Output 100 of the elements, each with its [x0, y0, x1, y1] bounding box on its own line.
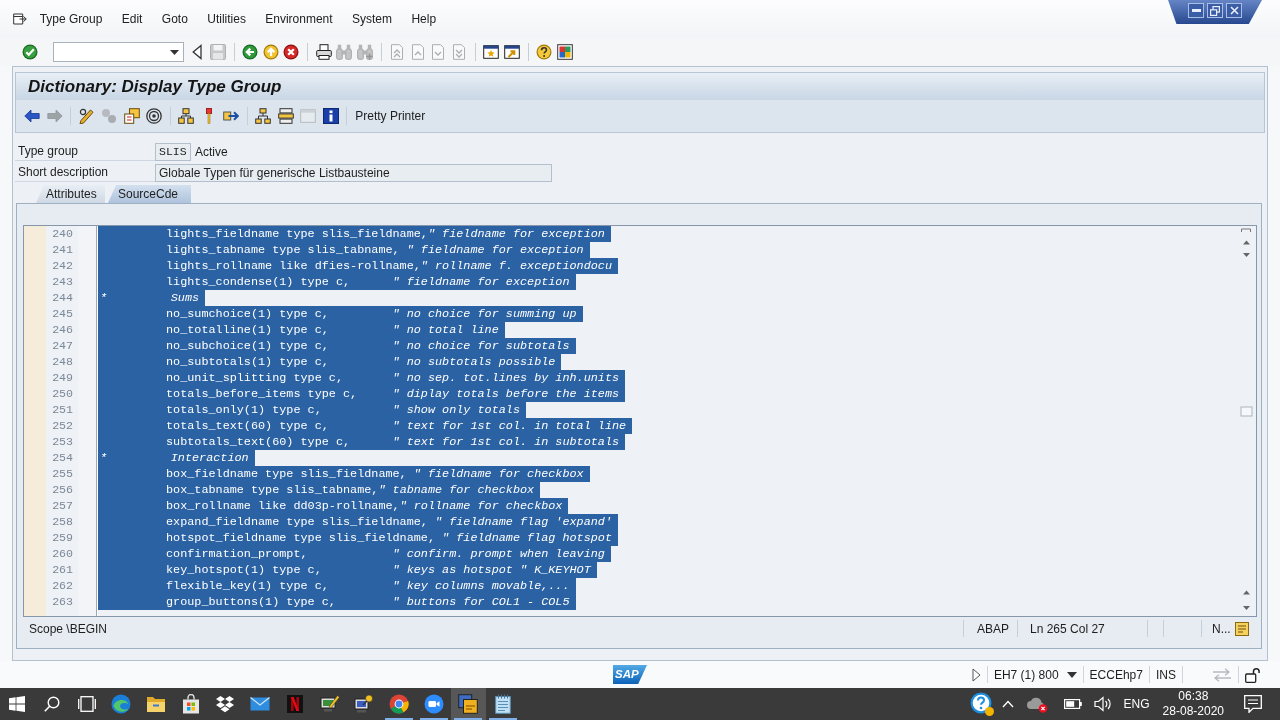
line-number: 257 [51, 498, 74, 514]
info-icon[interactable] [322, 108, 339, 124]
restore-button[interactable] [1207, 3, 1223, 18]
caret-icon[interactable] [1066, 671, 1077, 678]
language-text: ABAP [977, 620, 1009, 638]
search-icon [44, 696, 61, 712]
system-info: EH7 (1) 800 [993, 666, 1059, 684]
command-field[interactable] [52, 42, 184, 62]
line-number: 245 [51, 306, 74, 322]
line-number: 261 [51, 562, 74, 578]
menu-item[interactable]: Goto [152, 11, 198, 27]
task-view-icon [77, 696, 96, 712]
tree-icon[interactable] [178, 108, 194, 124]
browser-icon [111, 694, 132, 714]
monitor-pencil-icon [319, 694, 340, 714]
stacked-bars-icon[interactable] [277, 108, 294, 124]
clock-time[interactable]: 06:38 [1178, 689, 1209, 704]
round-logo-icon [388, 694, 409, 714]
line-number: 250 [51, 386, 74, 402]
line-number: 253 [51, 434, 74, 450]
screen-title: Dictionary: Display Type Group [28, 75, 282, 98]
status-text: N... [1212, 620, 1231, 638]
transfer-icon [1212, 667, 1232, 682]
taskbar-button[interactable] [450, 688, 486, 720]
line-number: 242 [51, 258, 74, 274]
close-button[interactable] [1226, 3, 1242, 18]
start-icon [9, 696, 26, 712]
left-arrow-icon[interactable] [24, 109, 40, 123]
menu-item[interactable]: Help [401, 11, 446, 27]
chevron-up-icon[interactable] [1001, 700, 1014, 708]
box-arrow-icon[interactable] [223, 108, 239, 124]
cursor-position: Ln 265 Col 27 [1030, 620, 1105, 638]
cloud-error-icon[interactable] [1025, 695, 1048, 713]
new-window-icon[interactable] [483, 44, 500, 60]
checkmark-icon[interactable] [22, 44, 39, 60]
line-number: 246 [51, 322, 74, 338]
cancel-icon[interactable] [283, 44, 300, 60]
insert-mode: INS [1156, 666, 1176, 684]
clock-date[interactable]: 28-08-2020 [1162, 704, 1224, 719]
status-text: Active [195, 143, 228, 161]
menu-item[interactable]: Environment [255, 11, 343, 27]
layout-icon[interactable] [556, 44, 573, 60]
app-window-icon [458, 694, 479, 714]
monitor-key-icon [354, 694, 375, 714]
line-number: 263 [51, 594, 74, 610]
shortcut-icon[interactable] [503, 44, 520, 60]
line-number: 240 [51, 226, 74, 242]
minimize-button[interactable] [1188, 3, 1204, 18]
value-field: SLIS [155, 142, 191, 161]
line-number: 241 [51, 242, 74, 258]
hierarchy-icon[interactable] [255, 108, 271, 124]
menu-item[interactable]: Type Group [30, 11, 113, 27]
shopping-bag-icon [181, 694, 200, 714]
printer-icon[interactable] [315, 44, 332, 60]
line-number: 258 [51, 514, 74, 530]
line-number: 247 [51, 338, 74, 354]
pin-icon[interactable] [204, 108, 213, 124]
menu-item[interactable]: System [342, 11, 402, 27]
notepad-icon [494, 694, 511, 714]
notification-icon[interactable] [1244, 695, 1262, 713]
language-indicator[interactable]: ENG [1123, 695, 1150, 713]
battery-icon[interactable] [1063, 699, 1082, 709]
app-tile-icon [286, 695, 303, 713]
line-number: 255 [51, 466, 74, 482]
minimize-icon [1191, 9, 1201, 12]
collapse-triangle-icon[interactable] [191, 44, 202, 60]
line-number: 244 [51, 290, 74, 306]
envelope-icon [250, 697, 271, 711]
system-menu-icon[interactable] [13, 13, 27, 25]
folder-icon [146, 695, 167, 713]
pencil-icon[interactable] [78, 108, 95, 124]
help-icon[interactable] [536, 44, 553, 60]
line-number: 254 [51, 450, 74, 466]
server-name: ECCEhp7 [1089, 666, 1143, 684]
up-arrow-icon[interactable] [262, 44, 279, 60]
menu-item[interactable]: Utilities [197, 11, 256, 27]
line-number: 260 [51, 546, 74, 562]
volume-icon[interactable] [1093, 696, 1112, 712]
documents-icon[interactable] [123, 108, 140, 124]
help-badge-icon[interactable] [969, 692, 994, 716]
dropdown-caret-icon [169, 49, 179, 55]
triangle-icon[interactable] [971, 667, 981, 682]
value-field: Globale Typen für generische Listbausteine [155, 163, 552, 182]
concentric-circles-icon[interactable] [146, 108, 162, 124]
diamonds-icon [215, 695, 236, 713]
pretty-printer-button[interactable]: Pretty Printer [351, 105, 430, 127]
note-icon[interactable] [1235, 621, 1249, 636]
line-number: 259 [51, 530, 74, 546]
line-number: 252 [51, 418, 74, 434]
menu-item[interactable]: Edit [112, 11, 153, 27]
line-number: 251 [51, 402, 74, 418]
line-number: 262 [51, 578, 74, 594]
line-number: 248 [51, 354, 74, 370]
tab[interactable]: Attributes [36, 185, 105, 203]
scope-text: Scope \BEGIN [28, 620, 108, 638]
back-icon[interactable] [242, 44, 259, 60]
line-number: 256 [51, 482, 74, 498]
padlock-icon[interactable] [1245, 666, 1260, 683]
tab[interactable]: SourceCde [108, 185, 191, 203]
close-icon [1229, 6, 1239, 15]
